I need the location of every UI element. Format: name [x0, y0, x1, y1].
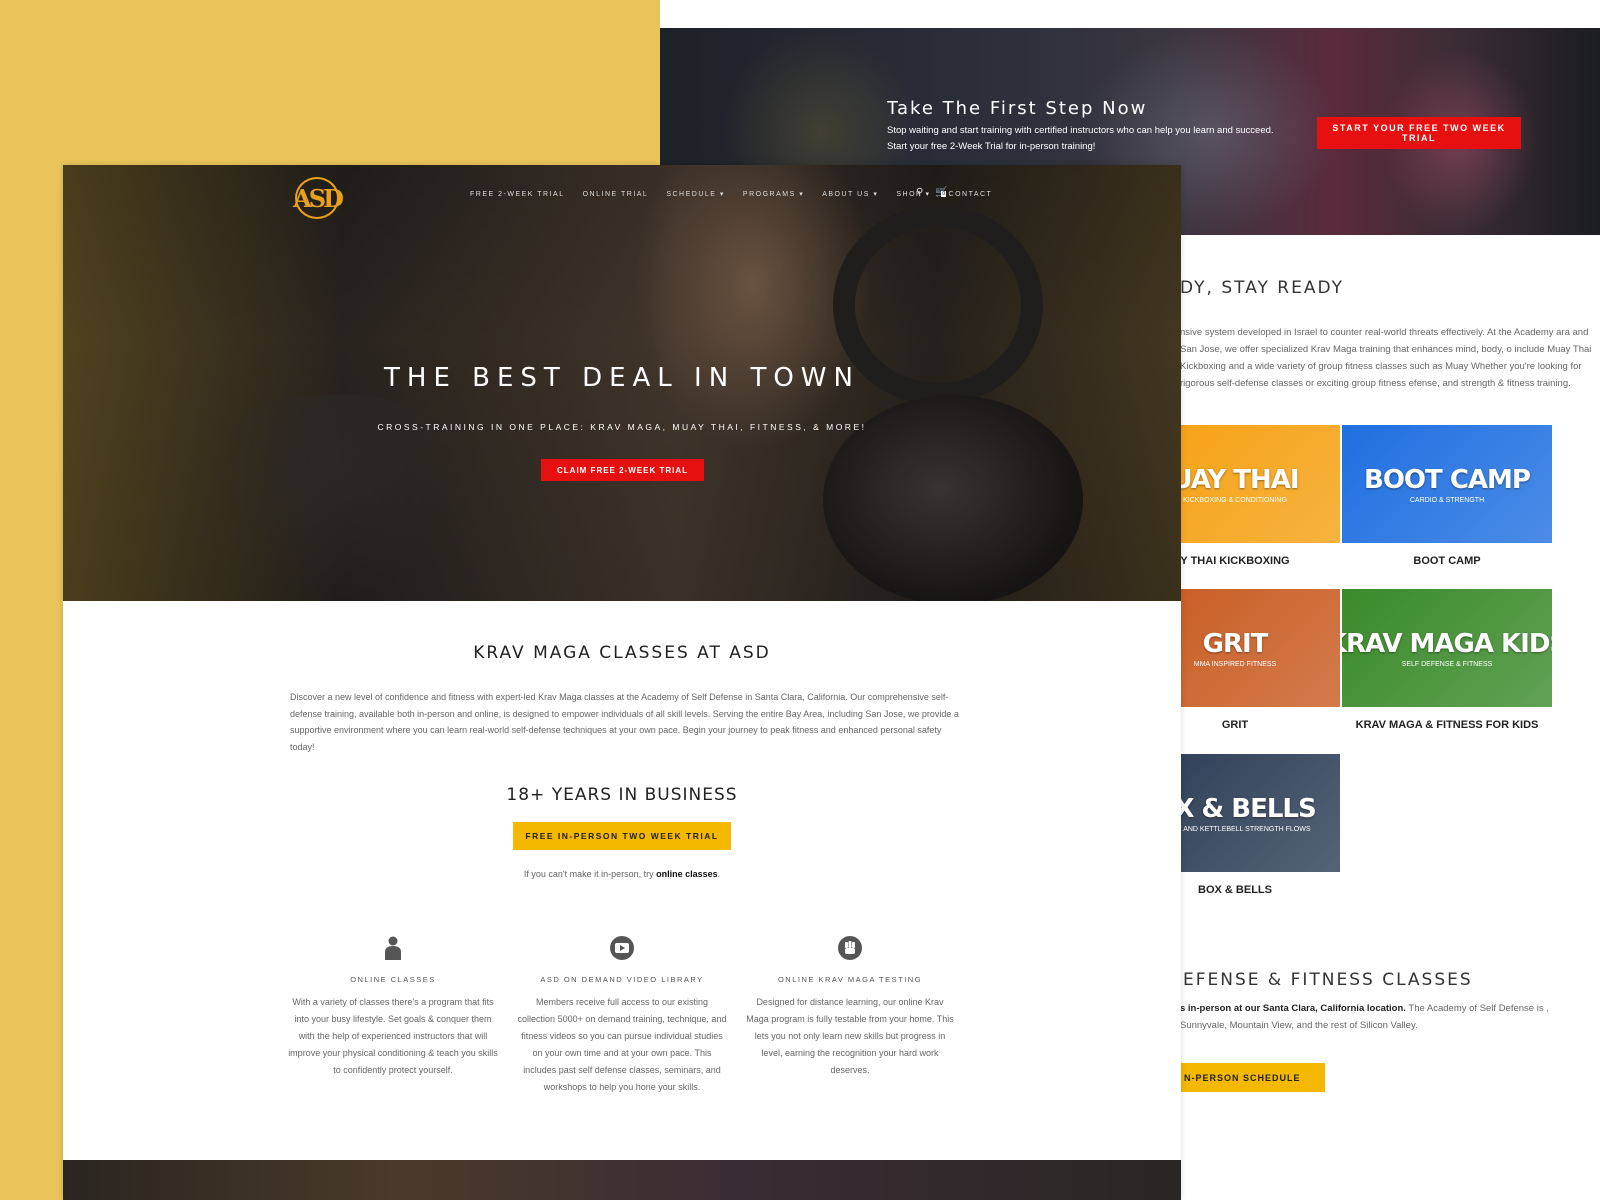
feature-online-testing: ONLINE KRAV MAGA TESTING Designed for di…: [745, 935, 955, 1079]
cart-count: 0: [941, 191, 947, 197]
claim-trial-button[interactable]: CLAIM FREE 2-WEEK TRIAL: [541, 459, 704, 481]
free-trial-button[interactable]: FREE IN-PERSON TWO WEEK TRIAL: [513, 822, 731, 850]
nav-about-us[interactable]: ABOUT US ▾: [822, 190, 878, 198]
feature-video-library: ASD ON DEMAND VIDEO LIBRARY Members rece…: [517, 935, 727, 1096]
section-title: KRAV MAGA CLASSES AT ASD: [473, 643, 771, 663]
feature-title: ASD ON DEMAND VIDEO LIBRARY: [540, 975, 704, 984]
cart-icon[interactable]: 🛒0: [935, 187, 947, 198]
feature-text: With a variety of classes there's a prog…: [288, 997, 498, 1075]
ready-text: nsive system developed in Israel to coun…: [1180, 327, 1592, 389]
search-icon[interactable]: ⚲: [916, 187, 923, 198]
nav-online-trial[interactable]: ONLINE TRIAL: [583, 191, 649, 198]
start-free-trial-button[interactable]: START YOUR FREE TWO WEEK TRIAL: [1317, 117, 1521, 149]
feature-online-classes: ONLINE CLASSES With a variety of classes…: [288, 935, 498, 1079]
ready-title: DY, STAY READY: [1180, 278, 1345, 298]
program-card-boot-camp[interactable]: BOOT CAMP CARDIO & STRENGTH BOOT CAMP: [1342, 425, 1552, 567]
nav-icons: ⚲ 🛒0: [916, 187, 948, 198]
online-classes-link[interactable]: online classes: [656, 869, 718, 879]
intro-text: Discover a new level of confidence and f…: [290, 692, 959, 752]
hero-banner: ASD FREE 2-WEEK TRIAL ONLINE TRIAL SCHED…: [63, 165, 1181, 601]
hero-subtitle: CROSS-TRAINING IN ONE PLACE: KRAV MAGA, …: [377, 422, 867, 432]
feature-text: Designed for distance learning, our onli…: [746, 997, 954, 1075]
cta-text: Stop waiting and start training with cer…: [887, 125, 1274, 152]
classes-title: EFENSE & FITNESS CLASSES: [1183, 970, 1473, 990]
feature-title: ONLINE KRAV MAGA TESTING: [777, 975, 923, 984]
years-title: 18+ YEARS IN BUSINESS: [506, 785, 738, 805]
nav-free-trial[interactable]: FREE 2-WEEK TRIAL: [470, 191, 565, 198]
nav-contact[interactable]: CONTACT: [949, 191, 993, 198]
online-note: If you can't make it in-person, try onli…: [523, 869, 721, 879]
cta-title: Take The First Step Now: [887, 98, 1148, 119]
feature-text: Members receive full access to our exist…: [517, 997, 727, 1092]
program-caption[interactable]: BOOT CAMP: [1342, 555, 1552, 567]
feature-title: ONLINE CLASSES: [350, 975, 436, 984]
classes-text: s in-person at our Santa Clara, Californ…: [1180, 1003, 1549, 1031]
front-screenshot: ASD FREE 2-WEEK TRIAL ONLINE TRIAL SCHED…: [63, 165, 1181, 1200]
hero-title: THE BEST DEAL IN TOWN: [384, 363, 860, 393]
main-nav: FREE 2-WEEK TRIAL ONLINE TRIAL SCHEDULE …: [470, 190, 993, 199]
program-caption[interactable]: KRAV MAGA & FITNESS FOR KIDS: [1342, 719, 1552, 731]
program-image: BOOT CAMP CARDIO & STRENGTH: [1342, 425, 1552, 543]
asd-logo[interactable]: ASD: [293, 177, 344, 219]
video-play-icon: [609, 935, 635, 961]
nav-programs[interactable]: PROGRAMS ▾: [743, 190, 804, 198]
nav-schedule[interactable]: SCHEDULE ▾: [666, 190, 725, 198]
in-person-schedule-button[interactable]: N-PERSON SCHEDULE: [1180, 1063, 1325, 1092]
fist-icon: [837, 935, 863, 961]
program-image: KRAV MAGA KIDS SELF DEFENSE & FITNESS: [1342, 589, 1552, 707]
program-card-krav-maga-kids[interactable]: KRAV MAGA KIDS SELF DEFENSE & FITNESS KR…: [1342, 589, 1552, 731]
bottom-banner: [63, 1160, 1181, 1200]
user-icon: [380, 935, 406, 961]
